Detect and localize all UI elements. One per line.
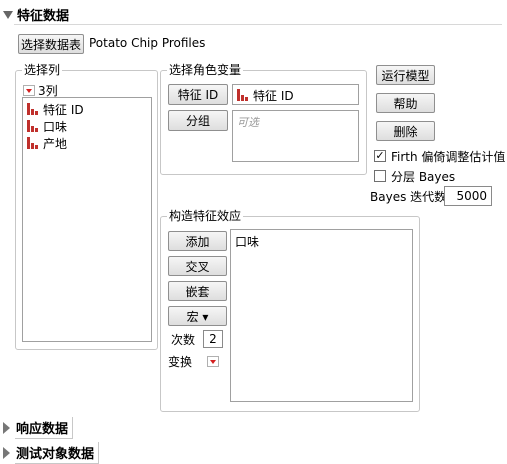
cross-effect-button[interactable]: 交叉: [168, 256, 227, 276]
remove-button[interactable]: 删除: [376, 121, 435, 141]
nominal-bar-icon: [237, 89, 249, 101]
column-label: 产地: [43, 136, 68, 151]
column-list[interactable]: 特征 ID 口味 产地: [22, 97, 152, 342]
group-placeholder: 可选: [237, 116, 259, 129]
select-columns-label: 选择列: [22, 62, 63, 78]
collapse-triangle-icon[interactable]: [3, 10, 13, 19]
expand-triangle-icon[interactable]: [3, 422, 10, 434]
column-label: 特征 ID: [43, 102, 84, 117]
nominal-bar-icon: [27, 103, 39, 115]
nest-effect-button[interactable]: 嵌套: [168, 281, 227, 301]
checkmark-icon: ✓: [375, 149, 385, 162]
select-roles-label: 选择角色变量: [167, 62, 244, 78]
group-role-button[interactable]: 分组: [168, 110, 228, 131]
expand-triangle-icon[interactable]: [3, 447, 10, 459]
column-label: 口味: [43, 119, 68, 134]
section-title: 特征数据: [17, 9, 70, 24]
feature-id-role-box[interactable]: 特征 ID: [232, 84, 359, 105]
help-button[interactable]: 帮助: [376, 93, 435, 113]
bayes-iterations-input[interactable]: 5000: [444, 186, 492, 206]
data-table-name: Potato Chip Profiles: [89, 36, 206, 50]
list-item[interactable]: 产地: [27, 135, 67, 151]
feature-id-role-button[interactable]: 特征 ID: [168, 84, 228, 105]
group-role-box[interactable]: 可选: [232, 110, 359, 162]
section-title: 响应数据: [15, 417, 74, 439]
section-title: 测试对象数据: [15, 442, 100, 464]
transform-dropdown-icon[interactable]: [207, 356, 219, 367]
list-item[interactable]: 口味: [27, 118, 67, 134]
feature-data-section-header[interactable]: 特征数据: [3, 5, 69, 24]
list-item[interactable]: 特征 ID: [237, 87, 294, 103]
effects-list[interactable]: 口味: [230, 229, 413, 402]
macros-button[interactable]: 宏 ▾: [168, 306, 227, 326]
add-effect-button[interactable]: 添加: [168, 231, 227, 251]
degree-input[interactable]: 2: [203, 330, 223, 348]
select-data-table-button[interactable]: 选择数据表: [18, 34, 84, 54]
feature-id-value: 特征 ID: [253, 88, 294, 103]
bayes-checkbox[interactable]: [374, 170, 386, 182]
bayes-label: 分层 Bayes: [391, 170, 456, 184]
header-divider: [14, 24, 502, 25]
effect-item[interactable]: 口味: [235, 233, 259, 250]
firth-label: Firth 偏倚调整估计值: [391, 150, 506, 164]
construct-effects-label: 构造特征效应: [167, 208, 244, 224]
response-data-section-header[interactable]: 响应数据: [3, 417, 74, 439]
transform-label: 变换: [168, 355, 193, 369]
run-model-button[interactable]: 运行模型: [376, 65, 435, 85]
red-triangle-menu-icon[interactable]: [23, 85, 35, 96]
subject-data-section-header[interactable]: 测试对象数据: [3, 442, 100, 464]
bayes-iterations-label: Bayes 迭代数: [370, 190, 447, 204]
nominal-bar-icon: [27, 137, 39, 149]
nominal-bar-icon: [27, 120, 39, 132]
degree-label: 次数: [171, 333, 196, 347]
firth-checkbox[interactable]: ✓: [374, 150, 386, 162]
list-item[interactable]: 特征 ID: [27, 101, 84, 117]
